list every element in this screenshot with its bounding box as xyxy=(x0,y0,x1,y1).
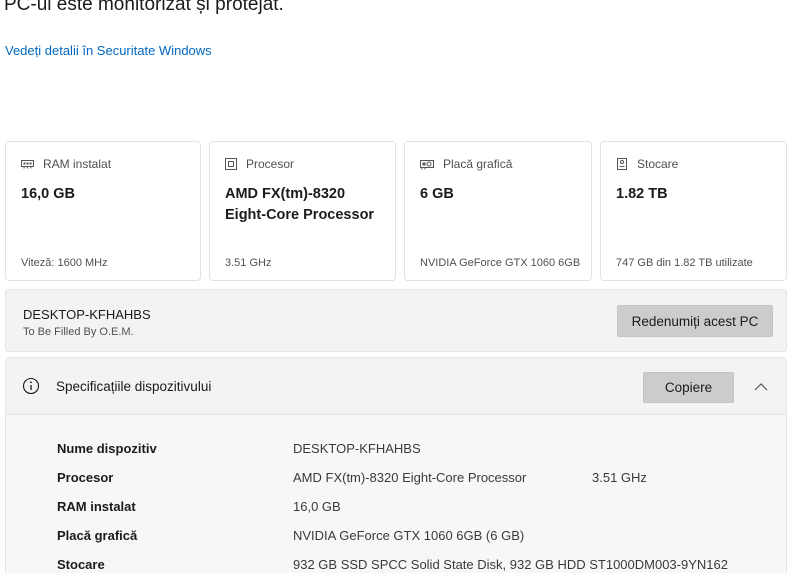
storage-card: Stocare 1.82 TB 747 GB din 1.82 TB utili… xyxy=(600,141,787,281)
graphics-value: 6 GB xyxy=(420,186,454,202)
spec-row-graphics: Placă grafică NVIDIA GeForce GTX 1060 6G… xyxy=(57,528,777,546)
storage-label-text: Stocare xyxy=(637,157,679,171)
spec-row-processor: Procesor AMD FX(tm)-8320 Eight-Core Proc… xyxy=(57,470,777,488)
ram-speed: Viteză: 1600 MHz xyxy=(21,257,108,269)
spec-key: Procesor xyxy=(57,470,114,485)
spec-row-ram: RAM instalat 16,0 GB xyxy=(57,499,777,517)
graphics-card-icon xyxy=(420,159,434,170)
spec-value: NVIDIA GeForce GTX 1060 6GB (6 GB) xyxy=(293,528,525,543)
processor-card-label: Procesor xyxy=(225,157,294,171)
processor-value: AMD FX(tm)-8320 Eight-Core Processor xyxy=(225,186,375,223)
spec-value: DESKTOP-KFHAHBS xyxy=(293,441,421,456)
device-oem: To Be Filled By O.E.M. xyxy=(23,326,134,338)
ram-card-label: RAM instalat xyxy=(21,157,111,171)
spec-key: RAM instalat xyxy=(57,499,136,514)
spec-value: 932 GB SSD SPCC Solid State Disk, 932 GB… xyxy=(293,557,728,572)
graphics-card-label: Placă grafică xyxy=(420,157,512,171)
spec-key: Stocare xyxy=(57,557,105,572)
ram-value: 16,0 GB xyxy=(21,186,75,202)
processor-label-text: Procesor xyxy=(246,157,295,171)
specifications-header[interactable]: Specificațiile dispozitivului Copiere xyxy=(6,358,786,415)
rename-pc-button[interactable]: Redenumiți acest PC xyxy=(617,305,773,337)
graphics-model: NVIDIA GeForce GTX 1060 6GB xyxy=(420,257,581,269)
processor-card: Procesor AMD FX(tm)-8320 Eight-Core Proc… xyxy=(209,141,396,281)
ram-label-text: RAM instalat xyxy=(43,157,112,171)
processor-speed: 3.51 GHz xyxy=(225,257,272,269)
spec-key: Nume dispozitiv xyxy=(57,441,157,456)
storage-card-label: Stocare xyxy=(616,157,678,171)
protection-status-title: PC-ul este monitorizat și protejat. xyxy=(4,0,284,15)
device-name-panel: DESKTOP-KFHAHBS To Be Filled By O.E.M. R… xyxy=(5,289,787,352)
spec-row-device-name: Nume dispozitiv DESKTOP-KFHAHBS xyxy=(57,441,777,459)
graphics-label-text: Placă grafică xyxy=(443,157,513,171)
device-name: DESKTOP-KFHAHBS xyxy=(23,307,151,322)
ram-card: RAM instalat 16,0 GB Viteză: 1600 MHz xyxy=(5,141,201,281)
chevron-up-icon[interactable] xyxy=(754,379,768,397)
spec-key: Placă grafică xyxy=(57,528,138,543)
copy-button[interactable]: Copiere xyxy=(643,372,734,403)
processor-icon xyxy=(225,158,237,170)
storage-value: 1.82 TB xyxy=(616,186,668,202)
specifications-title: Specificațiile dispozitivului xyxy=(56,379,212,394)
ram-icon xyxy=(21,159,34,169)
spec-value: 16,0 GB xyxy=(293,499,341,514)
spec-value: AMD FX(tm)-8320 Eight-Core Processor xyxy=(293,470,527,485)
storage-usage: 747 GB din 1.82 TB utilizate xyxy=(616,257,753,269)
spec-processor-speed: 3.51 GHz xyxy=(592,470,647,485)
spec-row-storage: Stocare 932 GB SSD SPCC Solid State Disk… xyxy=(57,557,777,573)
windows-security-link[interactable]: Vedeți detalii în Securitate Windows xyxy=(5,43,212,58)
info-icon xyxy=(22,377,40,400)
device-specifications-panel: Specificațiile dispozitivului Copiere Nu… xyxy=(5,357,787,573)
graphics-card: Placă grafică 6 GB NVIDIA GeForce GTX 10… xyxy=(404,141,592,281)
storage-icon xyxy=(616,158,628,170)
